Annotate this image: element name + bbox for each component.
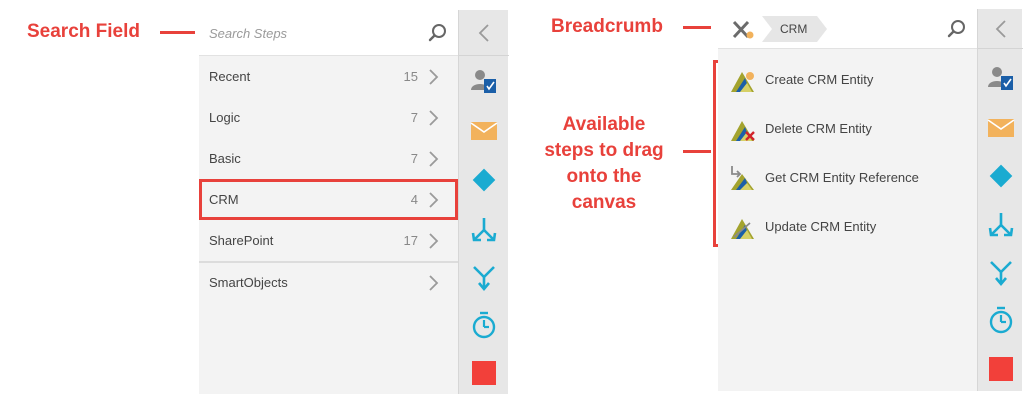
step-label: Create CRM Entity xyxy=(765,72,874,87)
breadcrumb: CRM xyxy=(718,9,977,49)
timer-button[interactable] xyxy=(978,297,1023,343)
step-update-crm-entity[interactable]: Update CRM Entity xyxy=(718,202,977,251)
stop-button[interactable] xyxy=(459,350,509,396)
stop-icon xyxy=(472,361,496,385)
step-create-crm-entity[interactable]: Create CRM Entity xyxy=(718,55,977,104)
chevron-right-icon xyxy=(429,109,439,126)
search-icon[interactable] xyxy=(946,18,968,40)
annotation-bracket-steps xyxy=(713,60,716,247)
timer-icon xyxy=(989,306,1012,334)
merge-icon xyxy=(989,261,1012,287)
crm-reference-icon xyxy=(731,165,754,190)
chevron-right-icon xyxy=(429,191,439,208)
category-count: 4 xyxy=(410,192,418,207)
category-label: SmartObjects xyxy=(209,275,288,290)
breadcrumb-notch xyxy=(762,16,772,42)
crm-steps-panel: CRM Create CRM Entity Delete CRM Entity … xyxy=(718,9,1023,392)
crm-update-icon xyxy=(731,218,754,239)
step-toolbar xyxy=(977,9,1023,392)
collapse-button[interactable] xyxy=(978,9,1023,49)
merge-button[interactable] xyxy=(978,250,1023,296)
step-get-crm-entity-reference[interactable]: Get CRM Entity Reference xyxy=(718,153,977,202)
decision-icon xyxy=(989,164,1012,188)
split-button[interactable] xyxy=(978,202,1023,248)
chevron-left-icon xyxy=(478,23,489,42)
annotation-search-field: Search Field xyxy=(27,21,140,42)
timer-button[interactable] xyxy=(459,302,509,348)
step-label: Update CRM Entity xyxy=(765,219,877,234)
split-icon xyxy=(471,218,497,242)
stop-button[interactable] xyxy=(978,346,1023,392)
category-label: Logic xyxy=(209,110,241,125)
crm-delete-icon xyxy=(731,120,755,141)
collapse-button[interactable] xyxy=(459,10,509,56)
annotation-arrow-search xyxy=(160,31,195,34)
chevron-right-icon xyxy=(429,150,439,167)
chevron-right-icon xyxy=(429,232,439,249)
category-label: CRM xyxy=(209,192,239,207)
category-recent[interactable]: Recent 15 xyxy=(199,56,458,97)
step-label: Get CRM Entity Reference xyxy=(765,170,919,185)
annotation-steps-line-1: Available xyxy=(562,114,646,135)
email-button[interactable] xyxy=(459,108,509,154)
timer-icon xyxy=(472,311,496,339)
annotation-arrow-steps xyxy=(683,150,711,153)
step-toolbar xyxy=(458,10,509,396)
search-box xyxy=(199,10,458,56)
email-button[interactable] xyxy=(978,105,1023,151)
category-smartobjects[interactable]: SmartObjects xyxy=(199,261,458,302)
user-task-icon xyxy=(471,70,496,93)
category-crm[interactable]: CRM 4 xyxy=(199,179,458,220)
chevron-right-icon xyxy=(429,274,439,291)
decision-icon xyxy=(472,168,496,192)
split-icon xyxy=(988,213,1013,237)
category-list: Recent 15 Logic 7 Basic 7 CRM 4 SharePoi… xyxy=(199,56,458,302)
category-label: Basic xyxy=(209,151,241,166)
annotation-steps-line-3: onto the xyxy=(566,166,642,187)
annotation-steps-line-4: canvas xyxy=(571,192,637,213)
search-input[interactable] xyxy=(209,22,419,44)
breadcrumb-arrow xyxy=(817,16,828,42)
annotation-arrow-breadcrumb xyxy=(683,26,711,29)
category-label: Recent xyxy=(209,69,251,84)
split-button[interactable] xyxy=(459,207,509,253)
category-basic[interactable]: Basic 7 xyxy=(199,138,458,179)
category-sharepoint[interactable]: SharePoint 17 xyxy=(199,220,458,261)
category-label: SharePoint xyxy=(209,233,274,248)
category-count: 7 xyxy=(410,110,418,125)
available-steps-list: Create CRM Entity Delete CRM Entity Get … xyxy=(718,55,977,251)
email-icon xyxy=(470,122,498,140)
category-count: 7 xyxy=(410,151,418,166)
user-task-button[interactable] xyxy=(459,58,509,104)
search-icon[interactable] xyxy=(427,22,449,44)
decision-button[interactable] xyxy=(978,153,1023,199)
step-label: Delete CRM Entity xyxy=(765,121,872,136)
user-task-icon xyxy=(987,67,1013,90)
category-count: 15 xyxy=(403,69,418,84)
decision-button[interactable] xyxy=(459,157,509,203)
chevron-right-icon xyxy=(429,68,439,85)
chevron-left-icon xyxy=(995,19,1006,38)
tools-icon[interactable] xyxy=(730,17,756,41)
merge-button[interactable] xyxy=(459,255,509,301)
category-count: 17 xyxy=(403,233,418,248)
crm-create-icon xyxy=(731,71,754,92)
stop-icon xyxy=(988,357,1013,381)
user-task-button[interactable] xyxy=(978,55,1023,101)
annotation-breadcrumb: Breadcrumb xyxy=(551,16,663,37)
step-browser-panel: Recent 15 Logic 7 Basic 7 CRM 4 SharePoi… xyxy=(199,10,509,396)
screenshot-stage: Search Field Breadcrumb Available steps … xyxy=(0,0,1023,403)
merge-icon xyxy=(473,266,495,292)
annotation-available-steps: Available steps to drag onto the canvas xyxy=(534,112,674,216)
step-delete-crm-entity[interactable]: Delete CRM Entity xyxy=(718,104,977,153)
category-logic[interactable]: Logic 7 xyxy=(199,97,458,138)
annotation-steps-line-2: steps to drag xyxy=(544,140,664,161)
breadcrumb-crm[interactable]: CRM xyxy=(762,16,828,42)
email-icon xyxy=(987,119,1014,137)
